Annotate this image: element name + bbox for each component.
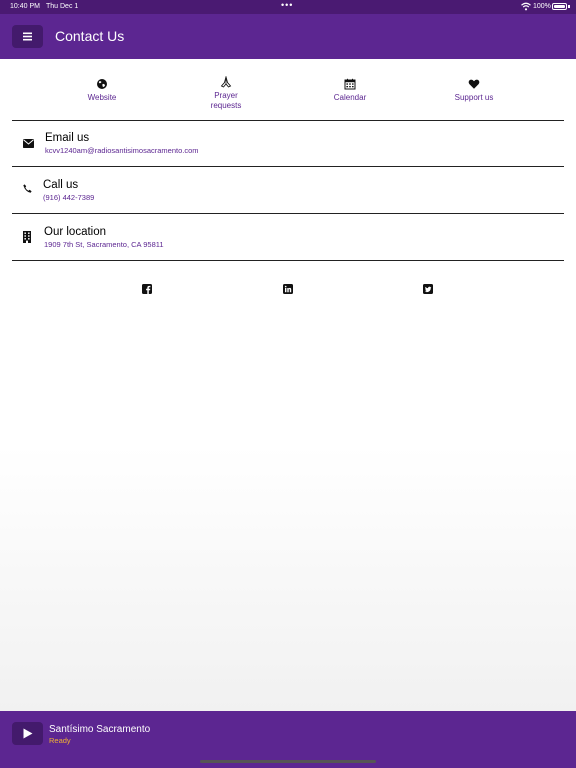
quick-link-website[interactable]: Website bbox=[80, 78, 124, 103]
contact-value[interactable]: (916) 442-7389 bbox=[43, 193, 94, 202]
play-icon bbox=[23, 728, 33, 739]
quick-link-label: Prayer requests bbox=[210, 91, 242, 110]
contact-location[interactable]: Our location 1909 7th St, Sacramento, CA… bbox=[12, 214, 564, 260]
quick-link-support-us[interactable]: Support us bbox=[446, 78, 502, 103]
globe-icon bbox=[97, 79, 107, 89]
menu-button[interactable] bbox=[12, 25, 43, 48]
player-status: Ready bbox=[49, 736, 71, 745]
contact-title: Call us bbox=[43, 179, 79, 191]
contact-title: Our location bbox=[44, 226, 107, 238]
quick-link-calendar[interactable]: Calendar bbox=[328, 78, 372, 103]
status-date: Thu Dec 1 bbox=[46, 3, 79, 10]
contact-value[interactable]: kcvv1240am@radiosantisimosacramento.com bbox=[45, 146, 199, 155]
home-indicator[interactable] bbox=[200, 760, 376, 763]
multitasking-dots-icon[interactable]: ••• bbox=[281, 0, 293, 10]
quick-link-label: Support us bbox=[454, 93, 494, 102]
quick-link-label: Website bbox=[87, 93, 117, 102]
battery-cap bbox=[568, 5, 570, 8]
play-button[interactable] bbox=[12, 722, 43, 745]
page-title: Contact Us bbox=[55, 28, 125, 44]
quick-link-prayer-requests[interactable]: Prayer requests bbox=[200, 76, 252, 110]
player-station-title: Santísimo Sacramento bbox=[49, 724, 151, 735]
contact-phone[interactable]: Call us (916) 442-7389 bbox=[12, 167, 564, 213]
quick-link-label: Calendar bbox=[333, 93, 367, 102]
app-header: Contact Us bbox=[0, 14, 576, 59]
praying-hands-icon bbox=[220, 76, 232, 88]
battery-percent: 100% bbox=[533, 3, 551, 10]
battery-icon bbox=[552, 3, 567, 10]
status-bar: 10:40 PM Thu Dec 1 ••• 100% bbox=[0, 0, 576, 14]
divider bbox=[12, 260, 564, 261]
contact-email[interactable]: Email us kcvv1240am@radiosantisimosacram… bbox=[12, 121, 564, 167]
linkedin-icon[interactable] bbox=[283, 284, 293, 294]
twitter-icon[interactable] bbox=[423, 284, 433, 294]
envelope-icon bbox=[23, 139, 34, 148]
building-icon bbox=[23, 231, 31, 243]
contact-title: Email us bbox=[45, 132, 90, 144]
status-time: 10:40 PM bbox=[10, 3, 40, 10]
phone-icon bbox=[23, 184, 32, 193]
contact-value[interactable]: 1909 7th St, Sacramento, CA 95811 bbox=[44, 240, 164, 249]
wifi-icon bbox=[521, 2, 531, 11]
facebook-icon[interactable] bbox=[142, 284, 152, 294]
calendar-icon bbox=[344, 78, 356, 90]
hamburger-menu-icon bbox=[23, 32, 32, 41]
heart-icon bbox=[468, 79, 480, 89]
